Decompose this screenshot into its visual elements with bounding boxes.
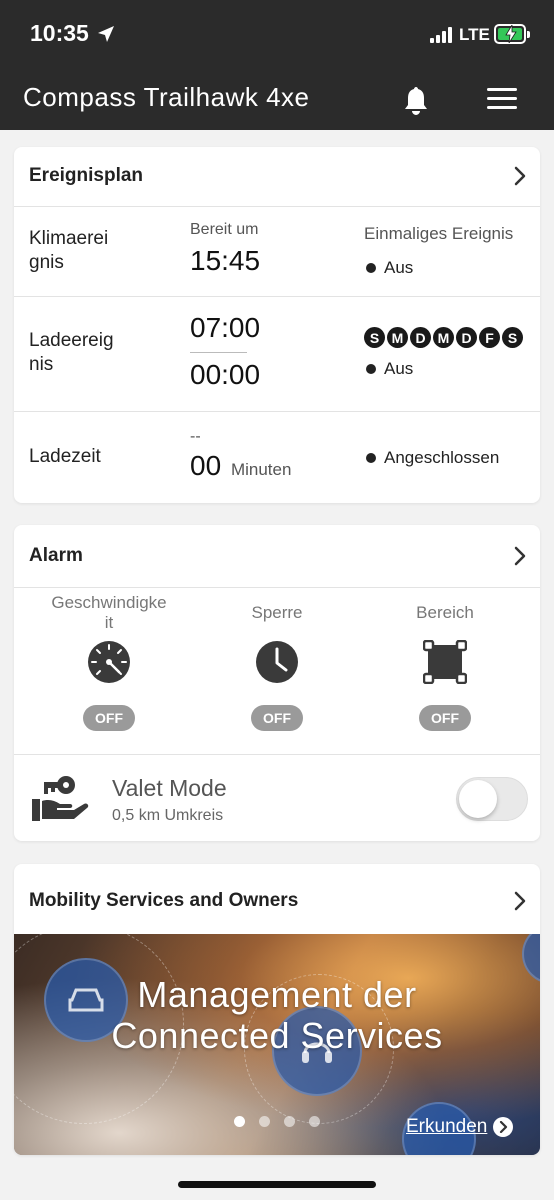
charge-time-value: 00 Minuten [190,450,292,481]
chevron-right-icon [514,166,526,186]
home-indicator [178,1181,376,1188]
schedule-card: Ereignisplan Klimaerei gnis Bereit um 15… [14,147,540,503]
banner-title: Management der Connected Services [111,974,443,1056]
area-alarm-label: Bereich [416,603,474,622]
speedometer-icon [86,639,132,685]
charge-time-unit: Minuten [230,460,292,479]
status-time: 10:35 [30,20,89,46]
status-bar: 10:35 LTE [0,0,554,70]
mobility-title: Mobility Services and Owners [29,890,299,911]
climate-status: Aus [366,258,413,278]
pager-dot[interactable] [234,1116,245,1127]
weekday-badge: S [364,327,385,348]
area-alarm-state: OFF [419,705,471,731]
lock-alarm[interactable]: Sperre OFF [202,591,352,731]
schedule-title: Ereignisplan [29,165,144,186]
mobility-header[interactable]: Mobility Services and Owners [14,864,540,934]
ready-at-label: Bereit um [190,221,259,238]
charge-end-time: 00:00 [190,359,261,390]
hamburger-menu-button[interactable] [485,86,519,112]
lock-alarm-state: OFF [251,705,303,731]
app-header: Compass Trailhawk 4xe [0,70,554,130]
chevron-right-circle-icon [493,1117,514,1137]
weekday-badge: F [479,327,500,348]
carousel-pager [234,1116,334,1127]
charge-event-row[interactable]: Ladeereig nis 07:00 00:00 S M D M D F S … [14,297,540,412]
speed-alarm[interactable]: Geschwindigke it OFF [34,591,184,731]
status-dot-icon [366,263,376,273]
alarm-card: Alarm Geschwindigke it OFF Sperre OFF Be… [14,525,540,841]
mobility-card: Mobility Services and Owners Management … [14,864,540,1155]
chevron-right-icon [514,891,526,911]
alarm-header[interactable]: Alarm [14,525,540,588]
notifications-button[interactable] [400,84,432,116]
page-title: Compass Trailhawk 4xe [23,82,310,112]
valet-mode-radius: 0,5 km Umkreis [112,807,224,824]
bell-icon [405,87,427,115]
clock-icon [254,639,300,685]
speed-alarm-state: OFF [83,705,135,731]
alarm-title: Alarm [29,545,83,566]
hamburger-menu-icon [487,88,517,91]
speed-alarm-label: Geschwindigke it [51,593,167,632]
location-arrow-icon [98,26,114,42]
climate-event-row[interactable]: Klimaerei gnis Bereit um 15:45 Einmalige… [14,207,540,297]
valet-mode-toggle[interactable] [456,777,528,821]
toggle-knob [459,780,497,818]
charge-event-label: Ladeereig nis [29,330,114,375]
weekday-selector: S M D M D F S [364,327,525,348]
climate-event-label: Klimaerei gnis [29,228,109,273]
valet-mode-title: Valet Mode [112,775,227,801]
network-type: LTE [459,25,490,44]
charge-status: Aus [366,359,413,379]
plug-status: Angeschlossen [366,448,499,468]
explore-link[interactable]: Erkunden [406,1116,514,1138]
status-dot-icon [366,453,376,463]
weekday-badge: D [456,327,477,348]
area-alarm[interactable]: Bereich OFF [370,591,520,731]
pager-dot[interactable] [284,1116,295,1127]
charge-time-placeholder: -- [190,428,201,445]
pager-dot[interactable] [259,1116,270,1127]
charge-time-row[interactable]: Ladezeit -- 00 Minuten Angeschlossen [14,412,540,502]
signal-strength-icon [430,27,454,43]
lock-alarm-label: Sperre [251,603,303,622]
explore-label: Erkunden [406,1116,488,1137]
weekday-badge: M [387,327,408,348]
chevron-right-icon [514,546,526,566]
battery-charging-icon [494,24,530,44]
climate-event-type: Einmaliges Ereignis [364,224,514,243]
weekday-badge: S [502,327,523,348]
climate-time: 15:45 [190,245,261,276]
schedule-header[interactable]: Ereignisplan [14,147,540,207]
valet-mode-row: Valet Mode 0,5 km Umkreis [14,754,540,840]
time-divider [190,352,247,353]
area-icon [422,639,468,685]
status-dot-icon [366,364,376,374]
pager-dot[interactable] [309,1116,320,1127]
connected-services-banner[interactable]: Management der Connected Services Erkund… [14,934,540,1155]
weekday-badge: D [410,327,431,348]
charge-time-label: Ladezeit [29,446,101,467]
weekday-badge: M [433,327,454,348]
charge-start-time: 07:00 [190,312,261,343]
valet-key-hand-icon [32,776,89,821]
